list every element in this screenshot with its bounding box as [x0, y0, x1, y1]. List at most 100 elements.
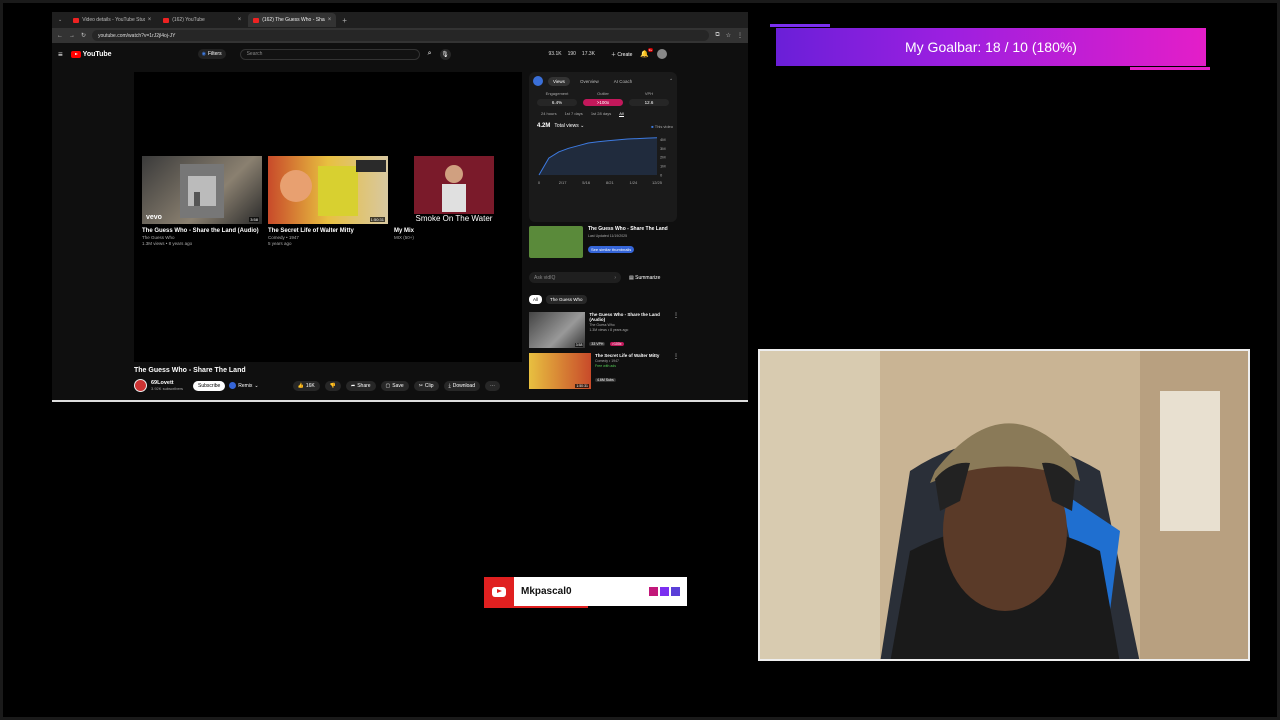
tab-label: Video details - YouTube Studio — [82, 17, 145, 23]
endcard-title: The Secret Life of Walter Mitty — [268, 228, 354, 234]
legend: ■ This video — [651, 123, 673, 129]
range-all[interactable]: All — [619, 111, 624, 117]
collapse-icon[interactable]: ⌃ — [669, 78, 673, 84]
tab-video[interactable]: (162) The Guess Who - Share T× — [248, 13, 337, 27]
endcard-mix[interactable]: Smoke On The Water My Mix MIX (50+) — [394, 156, 514, 240]
tab-label: (162) The Guess Who - Share T — [262, 17, 325, 23]
endcard-video[interactable]: vevo 3:58 The Guess Who - Share the Land… — [142, 156, 262, 246]
youtube-favicon-icon — [163, 17, 170, 23]
youtube-favicon-icon — [253, 17, 260, 23]
range-7d[interactable]: 1st 7 days — [565, 111, 583, 117]
y-tick-label: 1M — [660, 164, 666, 169]
reload-icon[interactable]: ↻ — [81, 32, 86, 39]
range-28d[interactable]: 1st 28 days — [591, 111, 611, 117]
views-dropdown[interactable]: Total views ⌄ — [554, 123, 584, 129]
search-icon[interactable]: ⌕ — [428, 50, 432, 58]
forward-icon[interactable]: → — [69, 33, 75, 39]
metric-outlier: Outlier >100x — [583, 91, 623, 106]
more-actions-button[interactable]: ⋯ — [484, 380, 500, 391]
range-tabs: 24 hours 1st 7 days 1st 28 days All — [533, 111, 673, 117]
stat-value: 93.1K — [548, 51, 562, 57]
stat-value: 17.3K — [581, 51, 595, 57]
back-icon[interactable]: ← — [57, 33, 63, 39]
channel-info[interactable]: 69Lovett 3.92K subscribers — [151, 380, 183, 391]
duration: 3:58 — [574, 343, 584, 347]
new-tab-icon[interactable]: + — [338, 16, 351, 25]
goal-bar: My Goalbar: 18 / 10 (180%) — [770, 24, 1210, 70]
related-video[interactable]: 1:50:31 The Secret Life of Walter Mitty … — [529, 353, 679, 389]
more-dots-icon[interactable]: ⋮ — [673, 312, 679, 350]
summarize-button[interactable]: ▤ Summarize — [629, 275, 660, 281]
search-input[interactable]: Search — [239, 48, 420, 60]
mic-icon[interactable]: 🎙 — [439, 48, 451, 60]
url-text: youtube.com/watch?v=1rJ2jl4oj-JY — [98, 32, 176, 39]
webcam-feed — [758, 349, 1250, 661]
metrics-row: Engagement 6.4% Outlier >100x VPH 12.6 — [533, 91, 673, 106]
duration: 3:58 — [249, 217, 259, 222]
like-button[interactable]: 👍 16K — [292, 380, 320, 391]
more-dots-icon[interactable]: ⋮ — [673, 353, 679, 389]
ask-input[interactable]: Ask vidIQ › — [529, 272, 621, 283]
vph-tag: 33 VPH — [589, 342, 606, 346]
views-area — [539, 137, 657, 175]
vidiq-stats: 93.1K 190 17.3K — [549, 51, 596, 57]
range-24h[interactable]: 24 hours — [541, 111, 557, 117]
related-thumbnail: 3:58 — [529, 312, 586, 348]
tab-label: (162) YouTube — [172, 17, 205, 23]
subscribe-button[interactable]: Subscribe — [193, 380, 226, 391]
video-player[interactable]: vevo 3:58 The Guess Who - Share the Land… — [134, 72, 522, 362]
download-button[interactable]: ⤓ Download — [443, 380, 480, 391]
mix-overlay-text: Smoke On The Water — [415, 214, 493, 223]
chip-all[interactable]: All — [529, 295, 543, 304]
see-similar-button[interactable]: See similar thumbnails — [588, 246, 635, 253]
notifications-bell-icon[interactable]: 🔔 9+ — [640, 48, 654, 58]
related-title: The Guess Who - Share the Land (Audio) — [589, 312, 660, 322]
owner-row: 69Lovett 3.92K subscribers Subscribe Rem… — [134, 379, 524, 392]
send-icon[interactable]: › — [614, 275, 616, 281]
filters-button[interactable]: ◉ Filters — [197, 49, 226, 59]
underline-accent — [484, 606, 588, 608]
close-icon[interactable]: × — [238, 17, 242, 23]
tab-views[interactable]: Views — [548, 76, 570, 86]
related-video[interactable]: 3:58 The Guess Who - Share the Land (Aud… — [529, 312, 679, 350]
save-button[interactable]: ▢ Save — [380, 380, 409, 391]
endcard-movie[interactable]: 1:50:31 The Secret Life of Walter Mitty … — [268, 156, 388, 246]
tab-studio[interactable]: Video details - YouTube Studio × — [68, 13, 156, 27]
goal-bar-text: My Goalbar: 18 / 10 (180%) — [905, 39, 1077, 55]
endcard-meta: 1.3M views • 8 years ago — [142, 241, 193, 246]
account-avatar[interactable] — [657, 49, 668, 59]
endcard-meta: MIX (50+) — [394, 235, 414, 240]
menu-dots-icon[interactable]: ⋮ — [737, 32, 743, 39]
chip-channel[interactable]: The Guess Who — [546, 295, 587, 304]
action-buttons: 👍 16K 👎 ➦ Share ▢ Save ✂ Clip ⤓ Download ⋯ — [292, 380, 500, 391]
bookmark-star-icon[interactable]: ☆ — [726, 32, 731, 39]
y-tick-label: 3M — [660, 146, 666, 151]
tab-ai-coach[interactable]: AI Coach — [609, 77, 638, 86]
save-label: Save — [392, 382, 404, 389]
notification-count: 9+ — [647, 48, 654, 52]
metric-label: Outlier — [597, 91, 609, 96]
extensions-icon[interactable]: ⧉ — [715, 32, 719, 39]
x-tick-label: 1/24 — [630, 180, 639, 185]
youtube-header: ≡ YouTube ◉ Filters Search ⌕ 🎙 93.1K 190 … — [52, 43, 748, 65]
hamburger-menu-icon[interactable]: ≡ — [58, 50, 63, 59]
create-button[interactable]: ＋ Create — [611, 51, 632, 58]
tab-overview[interactable]: Overview — [575, 77, 604, 86]
tab-list-icon[interactable]: ⌄ — [54, 17, 66, 23]
filter-icon: ◉ — [201, 51, 206, 57]
close-icon[interactable]: × — [148, 17, 152, 23]
youtube-logo[interactable]: YouTube — [70, 50, 112, 58]
youtube-logo-icon — [484, 577, 514, 606]
dislike-button[interactable]: 👎 — [324, 380, 341, 391]
clip-button[interactable]: ✂ Clip — [413, 380, 439, 391]
subscriber-count: 3.92K subscribers — [151, 386, 184, 391]
url-field[interactable]: youtube.com/watch?v=1rJ2jl4oj-JY — [92, 30, 710, 41]
close-icon[interactable]: × — [328, 17, 332, 23]
total-views-value: 4.2M — [537, 123, 551, 129]
suggest-meta: Last Updated 11/19/2025 — [588, 234, 628, 238]
remix-button[interactable]: Remix ⌄ — [229, 382, 259, 389]
tab-youtube[interactable]: (162) YouTube × — [158, 13, 246, 27]
related-channel: Comedy • 1947 — [595, 359, 619, 363]
share-button[interactable]: ➦ Share — [346, 380, 376, 391]
channel-avatar[interactable] — [134, 379, 147, 392]
